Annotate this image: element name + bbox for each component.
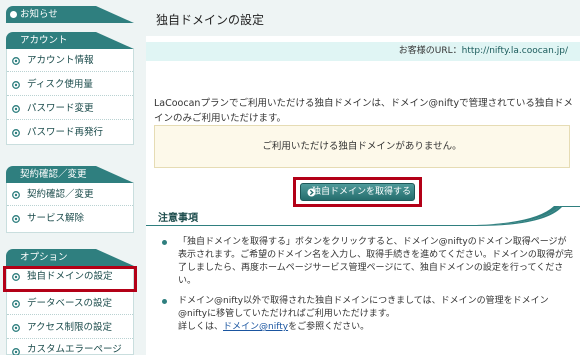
sidebar-item-password-reissue[interactable]: パスワード再発行 — [7, 122, 133, 144]
sidebar-section-title: 契約確認／変更 — [20, 169, 87, 180]
sidebar-item-label: 独自ドメインの設定 — [27, 271, 113, 282]
arrow-icon — [307, 188, 316, 197]
acquire-button-highlight: 独自ドメインを取得する — [293, 177, 422, 207]
sidebar-item-label: カスタムエラーページ — [27, 344, 122, 355]
sidebar-section-account-header: アカウント — [6, 32, 134, 49]
sidebar-item-disk-usage[interactable]: ディスク使用量 — [7, 74, 133, 96]
link-arrow-icon — [12, 215, 20, 223]
sidebar-item-label: アクセス制限の設定 — [27, 322, 113, 333]
sidebar-item-password-change[interactable]: パスワード変更 — [7, 98, 133, 120]
sidebar-section-option-header: オプション — [6, 249, 134, 266]
link-arrow-icon — [12, 191, 20, 199]
link-arrow-icon — [12, 129, 20, 137]
sidebar-item-label: サービス解除 — [27, 213, 85, 224]
link-arrow-icon — [12, 105, 20, 113]
no-domain-notice: ご利用いただける独自ドメインがありません。 — [154, 125, 570, 168]
bullet-icon — [10, 11, 17, 18]
sidebar-news-link[interactable]: お知らせ — [6, 6, 134, 23]
acquire-domain-button-label: 独自ドメインを取得する — [311, 187, 411, 197]
caution-header-swoosh — [146, 206, 580, 226]
caution-title: 注意事項 — [158, 213, 198, 224]
domain-nifty-link[interactable]: ドメイン@nifty — [223, 322, 288, 332]
sidebar: お知らせ アカウント アカウント情報 ディスク使用量 パスワード変更 パスワード… — [0, 0, 138, 355]
sidebar-item-label: データベースの設定 — [27, 298, 113, 309]
link-arrow-icon — [12, 81, 20, 89]
sidebar-section-contract-header: 契約確認／変更 — [6, 166, 134, 183]
sidebar-item-custom-error-page[interactable]: カスタムエラーページ — [7, 341, 133, 355]
sidebar-item-domain-setting[interactable]: 独自ドメインの設定 — [3, 266, 137, 292]
sidebar-item-label: パスワード変更 — [27, 103, 94, 114]
caution-list: 「独自ドメインを取得する」ボタンをクリックすると、ドメイン@niftyのドメイン… — [160, 236, 574, 341]
link-arrow-icon — [12, 273, 20, 281]
sidebar-item-database-setting[interactable]: データベースの設定 — [7, 293, 133, 315]
caution-more-prefix: 詳しくは、 — [178, 322, 224, 332]
intro-text: LaCoocanプランでご利用いただける独自ドメインは、ドメイン@niftyで管… — [154, 98, 573, 124]
caution-header: 注意事項 — [146, 204, 580, 226]
list-item: ドメイン@nifty以外で取得された独自ドメインにつきましては、ドメインの管理を… — [160, 295, 574, 334]
sidebar-section-option: 独自ドメインの設定 データベースの設定 アクセス制限の設定 カスタムエラーページ — [3, 266, 137, 355]
sidebar-news-label: お知らせ — [20, 9, 58, 20]
link-arrow-icon — [12, 324, 20, 332]
list-item: 「独自ドメインを取得する」ボタンをクリックすると、ドメイン@niftyのドメイン… — [160, 236, 574, 288]
link-arrow-icon — [12, 57, 20, 65]
link-arrow-icon — [12, 348, 20, 355]
acquire-domain-button[interactable]: 独自ドメインを取得する — [300, 183, 415, 201]
sidebar-item-label: ディスク使用量 — [27, 79, 93, 90]
sidebar-section-title: アカウント — [20, 35, 68, 46]
page-title: 独自ドメインの設定 — [156, 13, 265, 27]
url-bar: お客様のURL：http://nifty.la.coocan.jp/ — [146, 42, 580, 61]
url-label: お客様のURL： — [398, 46, 462, 56]
link-arrow-icon — [12, 300, 20, 308]
title-bar: 独自ドメインの設定 — [146, 0, 580, 36]
sidebar-section-account: アカウント情報 ディスク使用量 パスワード変更 パスワード再発行 — [6, 49, 134, 145]
caution-text: 「独自ドメインを取得する」ボタンをクリックすると、ドメイン@niftyのドメイン… — [178, 237, 573, 286]
no-domain-message: ご利用いただける独自ドメインがありません。 — [262, 141, 462, 152]
sidebar-section-title: オプション — [20, 252, 68, 263]
sidebar-item-account-info[interactable]: アカウント情報 — [7, 50, 133, 72]
sidebar-item-service-cancel[interactable]: サービス解除 — [7, 208, 133, 230]
main-content: 独自ドメインの設定 お客様のURL：http://nifty.la.coocan… — [146, 0, 580, 355]
sidebar-item-access-restriction[interactable]: アクセス制限の設定 — [7, 317, 133, 339]
caution-more-suffix: をご参照ください。 — [288, 322, 370, 332]
sidebar-item-label: アカウント情報 — [27, 55, 94, 66]
sidebar-item-contract-check[interactable]: 契約確認／変更 — [7, 184, 133, 206]
sidebar-section-contract: 契約確認／変更 サービス解除 — [6, 183, 134, 233]
sidebar-item-label: パスワード再発行 — [27, 127, 104, 138]
site-url[interactable]: http://nifty.la.coocan.jp/ — [462, 46, 568, 56]
caution-text: ドメイン@nifty以外で取得された独自ドメインにつきましては、ドメインの管理を… — [178, 296, 549, 319]
sidebar-item-label: 契約確認／変更 — [27, 189, 94, 200]
